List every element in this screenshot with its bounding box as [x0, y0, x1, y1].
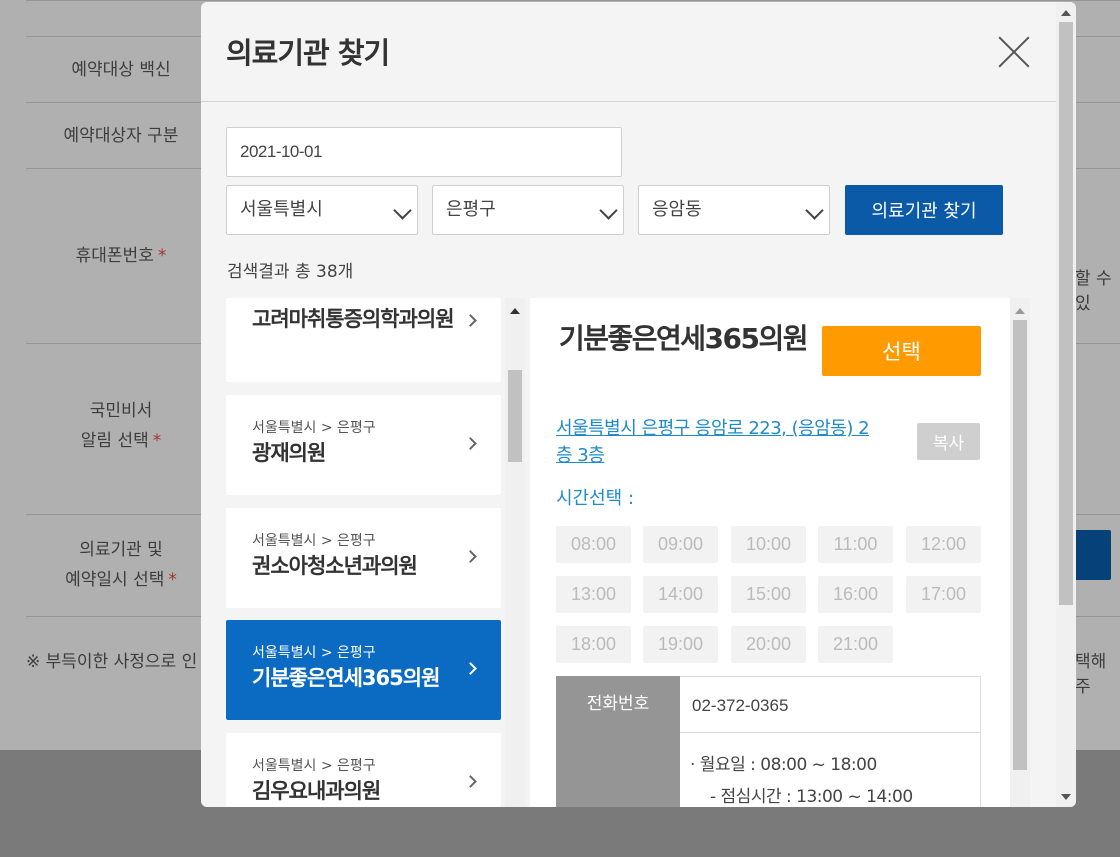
list-item[interactable]: 고려마취통증의학과의원 [226, 298, 501, 382]
time-slot[interactable]: 21:00 [818, 626, 893, 663]
list-scrollbar[interactable] [505, 298, 525, 807]
chevron-right-icon [464, 437, 477, 450]
modal-title: 의료기관 찾기 [226, 36, 390, 70]
chevron-down-icon [805, 201, 824, 220]
hospital-name: 광재의원 [252, 441, 326, 465]
hours-line: · 월요일 : 08:00 ~ 18:00 [690, 755, 877, 775]
chevron-right-icon [464, 314, 477, 327]
time-slot[interactable]: 16:00 [818, 576, 893, 613]
list-item[interactable]: 서울특별시 > 은평구 광재의원 [226, 395, 501, 495]
hospital-list: 고려마취통증의학과의원 서울특별시 > 은평구 광재의원 서울특별시 > 은평구… [226, 298, 526, 807]
time-slot[interactable]: 12:00 [906, 526, 981, 563]
scrollbar-thumb[interactable] [1013, 320, 1027, 770]
scroll-up-icon[interactable] [510, 308, 520, 314]
scroll-down-icon[interactable] [1061, 794, 1071, 800]
hospital-name: 기분좋은연세365의원 [252, 666, 440, 690]
hospital-address-link[interactable]: 서울특별시 은평구 응암로 223, (응암동) 2층 3층 [556, 415, 876, 469]
hospital-search-modal: 의료기관 찾기 서울특별시 은평구 응암동 의료기관 찾기 검색결과 총 38개… [201, 2, 1076, 807]
modal-header: 의료기관 찾기 [201, 2, 1056, 102]
hospital-region: 서울특별시 > 은평구 [252, 420, 376, 436]
chevron-down-icon [393, 201, 412, 220]
time-slot[interactable]: 17:00 [906, 576, 981, 613]
hospital-region: 서울특별시 > 은평구 [252, 645, 376, 661]
date-input[interactable] [226, 127, 622, 177]
time-slot[interactable]: 14:00 [643, 576, 718, 613]
hospital-name: 고려마취통증의학과의원 [252, 307, 455, 331]
scroll-up-icon[interactable] [1061, 10, 1071, 16]
opening-hours: · 월요일 : 08:00 ~ 18:00 - 점심시간 : 13:00 ~ 1… [680, 733, 981, 807]
dong-select[interactable]: 응암동 [638, 185, 830, 235]
hospital-name: 김우요내과의원 [252, 779, 381, 803]
chevron-down-icon [599, 201, 618, 220]
list-item-selected[interactable]: 서울특별시 > 은평구 기분좋은연세365의원 [226, 620, 501, 720]
list-item[interactable]: 서울특별시 > 은평구 김우요내과의원 [226, 733, 501, 807]
district-select[interactable]: 은평구 [432, 185, 624, 235]
hospital-detail: 기분좋은연세365의원 선택 서울특별시 은평구 응암로 223, (응암동) … [530, 298, 1010, 807]
hospital-region: 서울특별시 > 은평구 [252, 533, 376, 549]
detail-hospital-name: 기분좋은연세365의원 [559, 322, 809, 355]
time-slot[interactable]: 19:00 [643, 626, 718, 663]
time-slot[interactable]: 11:00 [818, 526, 893, 563]
time-slot[interactable]: 10:00 [731, 526, 806, 563]
time-slot[interactable]: 18:00 [556, 626, 631, 663]
detail-scrollbar[interactable] [1010, 298, 1030, 807]
time-slot[interactable]: 13:00 [556, 576, 631, 613]
phone-number: 02-372-0365 [680, 676, 981, 733]
hospital-name: 권소아청소년과의원 [252, 554, 418, 578]
hours-label [556, 733, 680, 807]
modal-scrollbar[interactable] [1056, 2, 1076, 807]
time-slot[interactable]: 20:00 [731, 626, 806, 663]
district-select-value: 은평구 [446, 199, 496, 220]
scroll-up-icon[interactable] [1015, 308, 1025, 314]
chevron-right-icon [464, 775, 477, 788]
city-select-value: 서울특별시 [240, 199, 323, 220]
list-item[interactable]: 서울특별시 > 은평구 권소아청소년과의원 [226, 508, 501, 608]
chevron-right-icon [464, 662, 477, 675]
dong-select-value: 응암동 [652, 199, 702, 220]
copy-address-button[interactable]: 복사 [917, 423, 980, 460]
time-slot[interactable]: 09:00 [643, 526, 718, 563]
hospital-region: 서울특별시 > 은평구 [252, 758, 376, 774]
lunch-hours-line: - 점심시간 : 13:00 ~ 14:00 [710, 787, 913, 807]
result-count: 검색결과 총 38개 [227, 262, 354, 282]
chevron-right-icon [464, 550, 477, 563]
select-hospital-button[interactable]: 선택 [822, 326, 981, 376]
search-hospital-button[interactable]: 의료기관 찾기 [845, 185, 1003, 235]
time-slot[interactable]: 15:00 [731, 576, 806, 613]
scrollbar-thumb[interactable] [508, 370, 522, 462]
phone-label: 전화번호 [556, 676, 680, 733]
scrollbar-thumb[interactable] [1059, 22, 1073, 605]
city-select[interactable]: 서울특별시 [226, 185, 418, 235]
close-icon[interactable] [997, 35, 1031, 69]
time-slot[interactable]: 08:00 [556, 526, 631, 563]
time-select-label: 시간선택 : [556, 488, 635, 509]
